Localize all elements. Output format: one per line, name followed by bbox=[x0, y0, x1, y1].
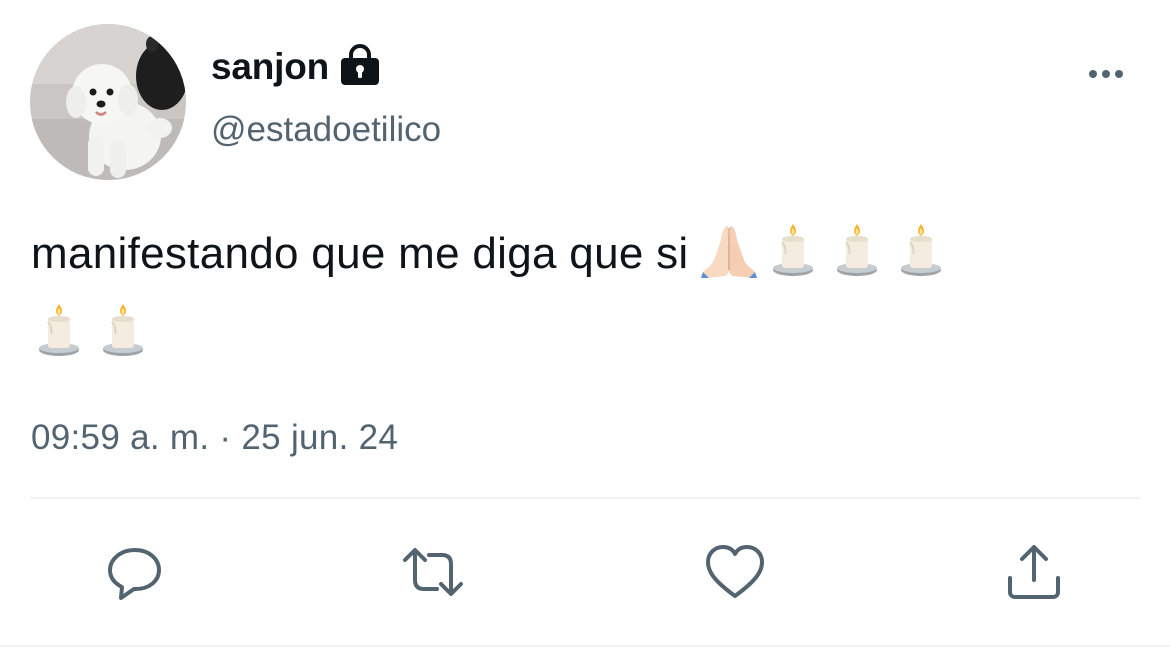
candle-icon bbox=[31, 300, 87, 358]
retweet-icon bbox=[403, 548, 463, 596]
display-name[interactable]: sanjon bbox=[211, 46, 329, 88]
reply-icon bbox=[108, 548, 161, 600]
share-icon bbox=[1008, 545, 1060, 599]
bottom-divider bbox=[0, 645, 1170, 647]
like-button[interactable] bbox=[703, 540, 767, 604]
candle-icon bbox=[829, 220, 885, 278]
avatar[interactable] bbox=[30, 24, 186, 180]
tweet-timestamp[interactable]: 09:59 a. m. · 25 jun. 24 bbox=[31, 418, 398, 458]
share-button[interactable] bbox=[1002, 540, 1066, 604]
display-name-row: sanjon bbox=[211, 42, 381, 92]
lock-icon bbox=[339, 43, 381, 87]
folded-hands-icon bbox=[701, 220, 758, 278]
tweet-text: manifestando que me diga que si bbox=[31, 214, 1141, 374]
like-icon bbox=[706, 545, 764, 598]
reply-button[interactable] bbox=[103, 540, 167, 604]
more-options-icon[interactable] bbox=[1084, 62, 1128, 86]
tweet-text-content: manifestando que me diga que si bbox=[31, 229, 689, 278]
candle-icon bbox=[765, 220, 821, 278]
tweet-card: sanjon @estadoetilico manifestando que m… bbox=[0, 0, 1170, 663]
divider bbox=[30, 497, 1140, 499]
user-handle[interactable]: @estadoetilico bbox=[211, 110, 441, 150]
retweet-button[interactable] bbox=[401, 540, 465, 604]
candle-icon bbox=[893, 220, 949, 278]
candle-icon bbox=[95, 300, 151, 358]
